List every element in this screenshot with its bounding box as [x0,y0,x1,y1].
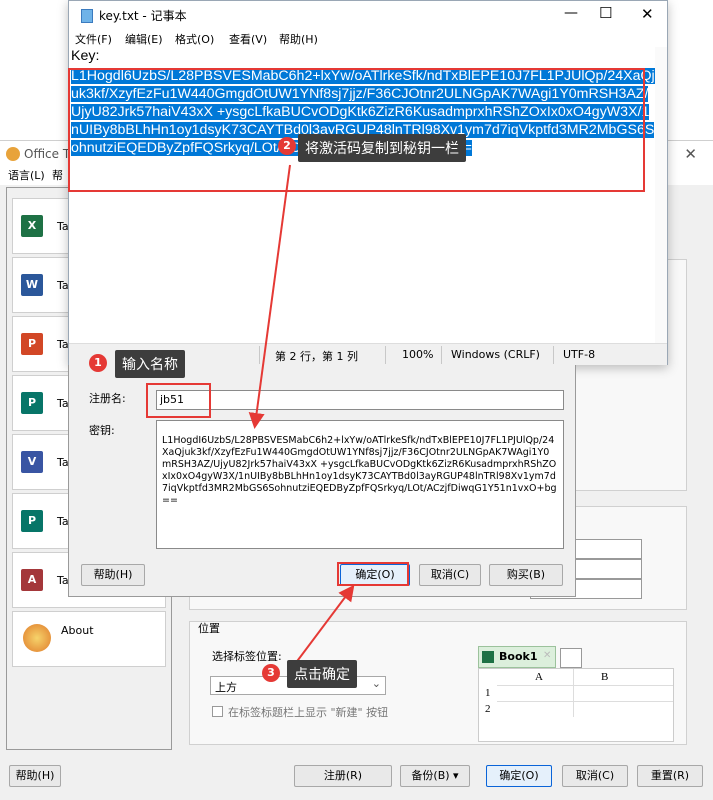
step-2-tooltip: 将激活码复制到秘钥一栏 [298,134,466,162]
confirm-arrow [291,584,355,669]
step-badge-3: 3 [262,664,280,682]
step-3-tooltip: 点击确定 [287,660,357,688]
step-badge-1: 1 [89,354,107,372]
step-badge-2: 2 [278,137,296,155]
step-1-tooltip: 输入名称 [115,350,185,378]
copy-arrow [248,164,291,429]
